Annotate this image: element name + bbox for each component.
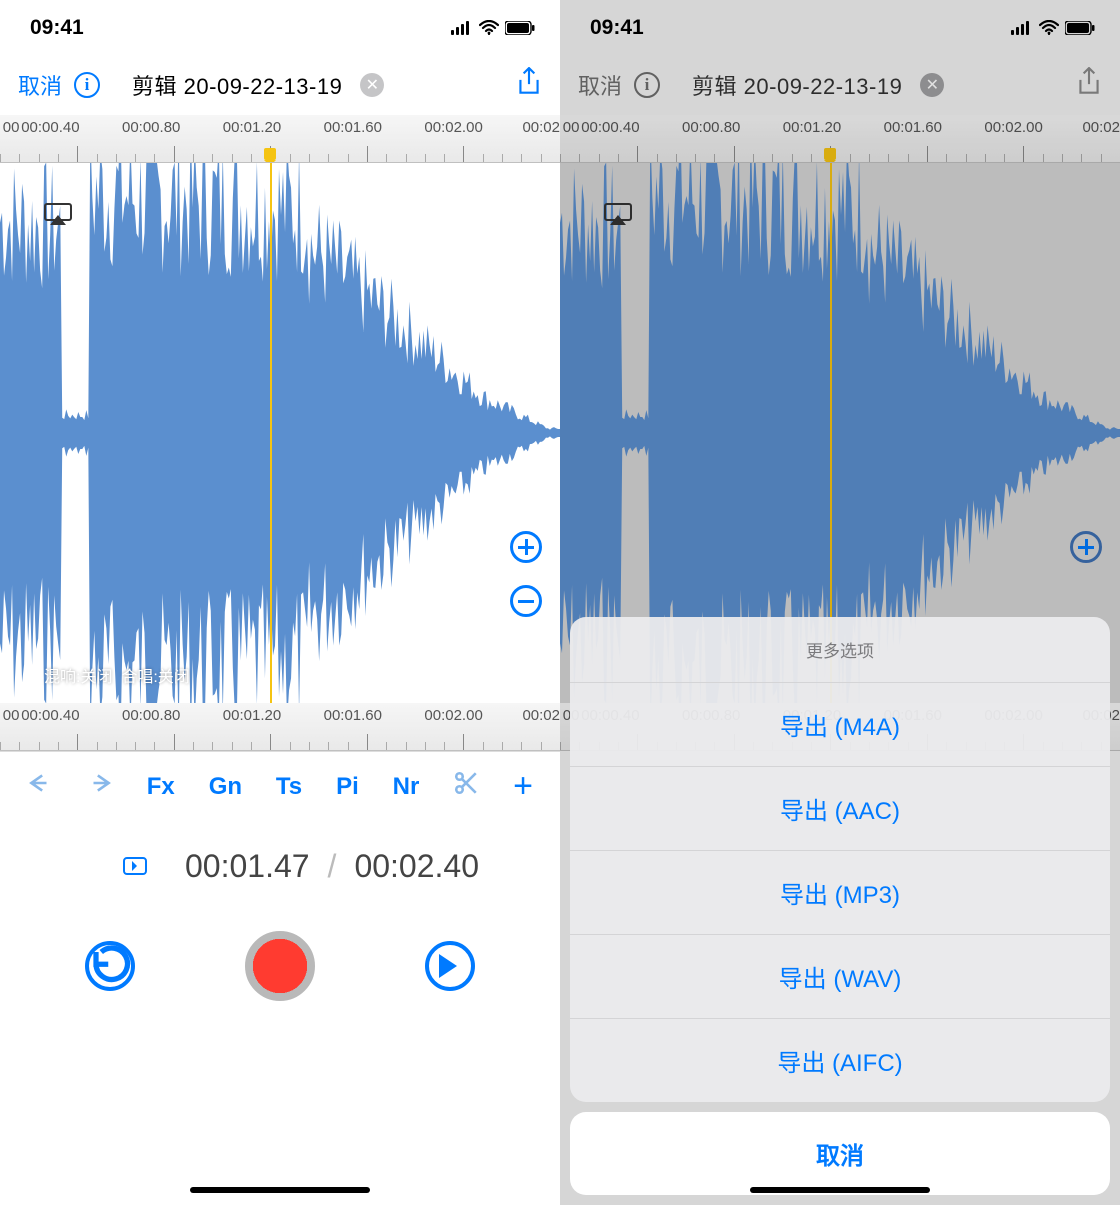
airplay-icon [604, 203, 632, 225]
info-icon: i [634, 72, 660, 98]
transport-controls [0, 911, 560, 1021]
record-button[interactable] [245, 931, 315, 1001]
document-title: 剪辑 20-09-22-13-19 [132, 69, 342, 101]
effects-overlay: 混响:关闭 合唱:关闭 [44, 663, 190, 687]
status-bar: 09:41 [560, 0, 1120, 55]
playhead[interactable] [270, 163, 272, 703]
sheet-cancel[interactable]: 取消 [570, 1112, 1110, 1195]
undo-icon[interactable] [23, 770, 57, 803]
home-indicator [190, 1187, 370, 1193]
sheet-header: 更多选项 [570, 617, 1110, 683]
nav-bar: 取消 i 剪辑 20-09-22-13-19 ✕ [0, 55, 560, 115]
timestretch-button[interactable]: Ts [272, 773, 306, 801]
nav-bar: 取消 i 剪辑 20-09-22-13-19 ✕ [560, 55, 1120, 115]
total-time: 00:02.40 [354, 848, 479, 885]
play-button[interactable] [425, 941, 475, 991]
battery-icon [1065, 21, 1095, 35]
zoom-in-icon[interactable] [510, 531, 542, 563]
zoom-out-icon[interactable] [510, 585, 542, 617]
scissors-icon[interactable] [449, 770, 483, 803]
zoom-in-icon [1070, 531, 1102, 563]
time-readout: 00:01.47 / 00:02.40 [0, 821, 560, 911]
action-sheet: 更多选项 导出 (M4A) 导出 (AAC) 导出 (MP3) 导出 (WAV)… [570, 617, 1110, 1195]
cellular-icon [451, 21, 473, 35]
clear-title-icon[interactable]: ✕ [360, 73, 384, 97]
info-icon[interactable]: i [74, 72, 100, 98]
cellular-icon [1011, 21, 1033, 35]
clear-title-icon: ✕ [920, 73, 944, 97]
export-m4a[interactable]: 导出 (M4A) [570, 683, 1110, 767]
airplay-icon[interactable] [44, 203, 72, 225]
status-bar: 09:41 [0, 0, 560, 55]
cancel-button: 取消 [578, 69, 622, 101]
fx-button[interactable]: Fx [143, 773, 179, 801]
sheet-group: 更多选项 导出 (M4A) 导出 (AAC) 导出 (MP3) 导出 (WAV)… [570, 617, 1110, 1102]
battery-icon [505, 21, 535, 35]
toolbar: Fx Gn Ts Pi Nr + [0, 751, 560, 821]
export-aac[interactable]: 导出 (AAC) [570, 767, 1110, 851]
add-icon[interactable]: + [509, 767, 537, 806]
export-wav[interactable]: 导出 (WAV) [570, 935, 1110, 1019]
status-time: 09:41 [590, 16, 644, 40]
waveform-display[interactable]: 混响:关闭 合唱:关闭 [0, 163, 560, 703]
wifi-icon [479, 20, 499, 35]
status-time: 09:41 [30, 16, 84, 40]
export-mp3[interactable]: 导出 (MP3) [570, 851, 1110, 935]
waveform-svg [0, 163, 560, 703]
share-icon[interactable] [516, 67, 542, 103]
redo-icon[interactable] [83, 770, 117, 803]
current-time: 00:01.47 [185, 848, 310, 885]
loop-icon[interactable] [123, 857, 147, 875]
wifi-icon [1039, 20, 1059, 35]
ruler-bottom[interactable]: 0000:00.4000:00.8000:01.2000:01.6000:02.… [0, 703, 560, 751]
document-title: 剪辑 20-09-22-13-19 [692, 69, 902, 101]
pitch-button[interactable]: Pi [332, 773, 363, 801]
ruler-top: 0000:00.4000:00.8000:01.2000:01.6000:02.… [560, 115, 1120, 163]
ruler-top[interactable]: 0000:00.4000:00.8000:01.2000:01.6000:02.… [0, 115, 560, 163]
rewind-button[interactable] [85, 941, 135, 991]
phone-right: 09:41 取消 i 剪辑 20-09-22-13-19 ✕ 0000:00.4… [560, 0, 1120, 1205]
status-indicators [451, 20, 535, 35]
phone-left: 09:41 取消 i 剪辑 20-09-22-13-19 ✕ 0000:00.4… [0, 0, 560, 1205]
export-aifc[interactable]: 导出 (AIFC) [570, 1019, 1110, 1102]
time-separator: / [328, 848, 337, 885]
status-indicators [1011, 20, 1095, 35]
noisereduce-button[interactable]: Nr [389, 773, 424, 801]
cancel-button[interactable]: 取消 [18, 69, 62, 101]
gain-button[interactable]: Gn [205, 773, 246, 801]
home-indicator [750, 1187, 930, 1193]
share-icon [1076, 67, 1102, 103]
